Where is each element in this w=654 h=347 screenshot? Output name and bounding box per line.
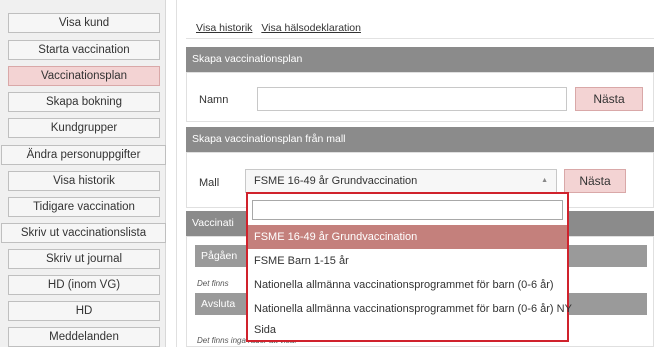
- top-links: Visa historik Visa hälsodeklaration: [196, 22, 367, 34]
- dropdown-option-fsme-16-49[interactable]: FSME 16-49 år Grundvaccination: [248, 225, 567, 249]
- dropdown-option-nationella[interactable]: Nationella allmänna vaccinationsprogramm…: [248, 273, 567, 297]
- next-button-template[interactable]: Nästa: [564, 169, 626, 193]
- dropdown-search-input[interactable]: [252, 200, 563, 220]
- template-selected-value: FSME 16-49 år Grundvaccination: [254, 175, 418, 187]
- sidebar-item-tidigare-vaccination[interactable]: Tidigare vaccination: [8, 197, 160, 217]
- dropdown-option-fsme-barn[interactable]: FSME Barn 1-15 år: [248, 249, 567, 273]
- create-plan-panel: Namn Nästa: [186, 72, 654, 122]
- name-label: Namn: [199, 94, 229, 106]
- sidebar-item-skriv-ut-vaccinationslista[interactable]: Skriv ut vaccinationslista: [1, 223, 166, 243]
- name-input[interactable]: [257, 87, 567, 111]
- sidebar-item-vaccinationsplan[interactable]: Vaccinationsplan: [8, 66, 160, 86]
- create-plan-header: Skapa vaccinationsplan: [186, 47, 654, 72]
- visa-halsodeklaration-link[interactable]: Visa hälsodeklaration: [261, 22, 361, 34]
- sidebar-item-skapa-bokning[interactable]: Skapa bokning: [8, 92, 160, 112]
- separator-line: [186, 38, 654, 39]
- ongoing-empty-note: Det finns: [197, 279, 229, 288]
- sidebar-item-meddelanden[interactable]: Meddelanden: [8, 327, 160, 347]
- sidebar-item-hd[interactable]: HD: [8, 301, 160, 321]
- divider: [176, 0, 177, 347]
- sidebar-item-skriv-ut-journal[interactable]: Skriv ut journal: [8, 249, 160, 269]
- template-label: Mall: [199, 177, 220, 189]
- template-select[interactable]: FSME 16-49 år Grundvaccination ▲: [245, 169, 557, 193]
- dropdown-option-nationella-ny[interactable]: Nationella allmänna vaccinationsprogramm…: [248, 297, 572, 321]
- dropdown-option-sida[interactable]: Sida: [248, 321, 567, 340]
- sidebar-item-kundgrupper[interactable]: Kundgrupper: [8, 118, 160, 138]
- visa-historik-link[interactable]: Visa historik: [196, 22, 252, 34]
- sidebar-item-hd-inom-vg[interactable]: HD (inom VG): [8, 275, 160, 295]
- sidebar-item-starta-vaccination[interactable]: Starta vaccination: [8, 40, 160, 60]
- template-dropdown: FSME 16-49 år Grundvaccination FSME Barn…: [246, 192, 572, 342]
- sidebar-item-visa-historik[interactable]: Visa historik: [8, 171, 160, 191]
- next-button-name[interactable]: Nästa: [575, 87, 643, 111]
- sidebar-item-visa-kund[interactable]: Visa kund: [8, 13, 160, 33]
- sidebar: Visa kund Starta vaccination Vaccination…: [0, 0, 166, 347]
- template-plan-header: Skapa vaccinationsplan från mall: [186, 127, 654, 152]
- chevron-up-icon: ▲: [541, 177, 548, 184]
- sidebar-item-andra-personuppgifter[interactable]: Ändra personuppgifter: [1, 145, 166, 165]
